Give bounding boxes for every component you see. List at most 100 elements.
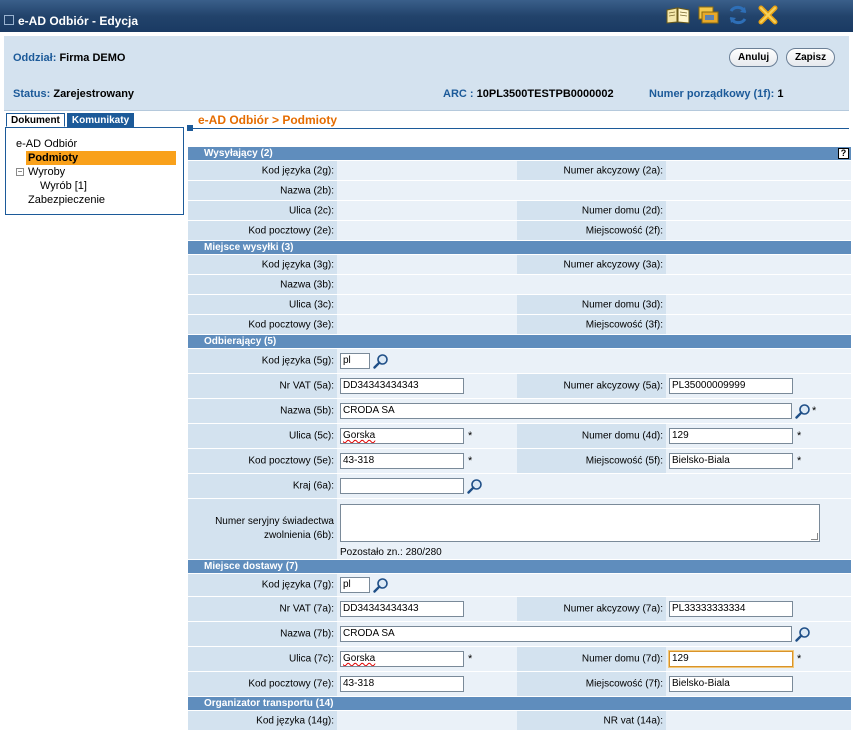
numer-domu-value xyxy=(666,295,851,314)
numer-field: Numer porządkowy (1f): 1 xyxy=(649,88,783,100)
close-icon[interactable] xyxy=(755,3,781,27)
form-row: Numer seryjny świadectwa zwolnienia (6b)… xyxy=(188,499,851,560)
numer-akcyzowy-value xyxy=(666,255,851,274)
form-row: Ulica (7c): Gorska * Numer domu (7d): 12… xyxy=(188,647,851,672)
miejscowosc-input[interactable]: Bielsko-Biala xyxy=(669,453,793,469)
field-label: Miejscowość (5f): xyxy=(585,455,663,467)
tab-komunikaty[interactable]: Komunikaty xyxy=(66,113,135,127)
form-row: Nazwa (3b): xyxy=(188,275,851,295)
field-label: Nr VAT (7a): xyxy=(279,603,334,615)
section-title: Miejsce dostawy (7) xyxy=(204,561,298,572)
kod-jezyka-input[interactable]: pl xyxy=(340,577,370,593)
book-icon[interactable] xyxy=(665,3,691,27)
numer-domu-input[interactable]: 129 xyxy=(669,428,793,444)
numer-domu-input[interactable]: 129 xyxy=(669,651,793,667)
field-label: Miejscowość (7f): xyxy=(585,678,663,690)
help-icon[interactable]: ? xyxy=(838,148,849,159)
form-row: Nr VAT (7a): DD34343434343 Numer akcyzow… xyxy=(188,597,851,622)
numer-akcyzowy-input[interactable]: PL35000009999 xyxy=(669,378,793,394)
tree-item-wyroby[interactable]: − Wyroby xyxy=(16,165,183,179)
kod-pocztowy-input[interactable]: 43-318 xyxy=(340,676,464,692)
cancel-button[interactable]: Anuluj xyxy=(729,48,779,67)
field-label: Ulica (2c): xyxy=(288,205,334,216)
miejscowosc-input[interactable]: Bielsko-Biala xyxy=(669,676,793,692)
tree-item-podmioty[interactable]: Podmioty xyxy=(16,151,183,165)
required-marker: * xyxy=(468,455,473,467)
form-row: Kod języka (2g): Numer akcyzowy (2a): xyxy=(188,161,851,181)
required-marker: * xyxy=(797,455,802,467)
field-label: Numer akcyzowy (3a): xyxy=(563,259,663,270)
window-menu-icon[interactable] xyxy=(4,15,14,25)
kod-jezyka-input[interactable]: pl xyxy=(340,353,370,369)
nr-vat-input[interactable]: DD34343434343 xyxy=(340,378,464,394)
form-row: Kod pocztowy (7e): 43-318 Miejscowość (7… xyxy=(188,672,851,697)
search-icon[interactable] xyxy=(467,478,483,494)
kraj-input[interactable] xyxy=(340,478,464,494)
field-label: Nazwa (2b): xyxy=(280,185,334,196)
kod-pocztowy-input[interactable]: 43-318 xyxy=(340,453,464,469)
section-miejsce-dostawy: Miejsce dostawy (7) xyxy=(188,560,851,574)
nazwa-input[interactable]: CRODA SA xyxy=(340,626,792,642)
ulica-value xyxy=(337,201,517,220)
podmioty-form: Wysyłający (2) ? Kod języka (2g): Numer … xyxy=(188,147,851,731)
miejscowosc-value xyxy=(666,315,851,334)
nr-vat-input[interactable]: DD34343434343 xyxy=(340,601,464,617)
search-icon[interactable] xyxy=(795,403,811,419)
tree-item-zabezpieczenie[interactable]: Zabezpieczenie xyxy=(16,193,183,207)
tree-item-wyrob[interactable]: Wyrób [1] xyxy=(16,179,183,193)
field-label: Nazwa (3b): xyxy=(280,279,334,290)
tab-dokument[interactable]: Dokument xyxy=(6,113,65,127)
miejscowosc-value xyxy=(666,221,851,240)
resize-handle[interactable] xyxy=(811,533,818,540)
nazwa-value xyxy=(337,275,851,294)
field-label: Kod języka (2g): xyxy=(261,165,334,176)
document-header: Oddział: Firma DEMO Anuluj Zapisz Status… xyxy=(4,36,849,111)
save-button[interactable]: Zapisz xyxy=(786,48,836,67)
ulica-input[interactable]: Gorska xyxy=(340,428,464,444)
field-label: Kod pocztowy (2e): xyxy=(248,225,334,236)
field-label: Miejscowość (3f): xyxy=(585,319,663,330)
search-icon[interactable] xyxy=(795,626,811,642)
ulica-value xyxy=(337,295,517,314)
status-field: Status: Zarejestrowany xyxy=(13,88,134,100)
field-label: Ulica (3c): xyxy=(288,299,334,310)
nazwa-input[interactable]: CRODA SA xyxy=(340,403,792,419)
tree-item-label: Podmioty xyxy=(26,151,176,165)
refresh-icon[interactable] xyxy=(725,3,751,27)
search-icon[interactable] xyxy=(373,577,389,593)
oddzial-field: Oddział: Firma DEMO xyxy=(13,52,125,64)
form-row: Kod pocztowy (5e): 43-318 * Miejscowość … xyxy=(188,449,851,474)
tree-item-root[interactable]: e-AD Odbiór xyxy=(16,137,183,151)
numer-seryjny-textarea[interactable] xyxy=(340,504,820,542)
window-titlebar: e-AD Odbiór - Edycja xyxy=(0,0,853,32)
ulica-input[interactable]: Gorska xyxy=(340,651,464,667)
numer-akcyzowy-value xyxy=(666,161,851,180)
oddzial-value: Firma DEMO xyxy=(59,52,126,64)
section-title: Organizator transportu (14) xyxy=(204,698,334,709)
collapse-icon[interactable]: − xyxy=(16,168,24,176)
field-label: Numer domu (4d): xyxy=(581,430,663,442)
required-marker: * xyxy=(468,430,473,442)
form-row: Kod języka (3g): Numer akcyzowy (3a): xyxy=(188,255,851,275)
arc-value: 10PL3500TESTPB0000002 xyxy=(476,88,614,100)
section-title: Miejsce wysyłki (3) xyxy=(204,242,294,253)
section-title: Wysyłający (2) xyxy=(204,148,273,159)
section-odbierajacy: Odbierający (5) xyxy=(188,335,851,349)
field-label: Kod języka (14g): xyxy=(256,715,334,726)
tree-item-label: Wyroby xyxy=(28,166,66,178)
section-miejsce-wysylki: Miejsce wysyłki (3) xyxy=(188,241,851,255)
field-label: Kod pocztowy (5e): xyxy=(248,455,334,467)
breadcrumb-divider xyxy=(188,128,849,129)
folder-icon[interactable] xyxy=(695,3,721,27)
form-row: Nazwa (2b): xyxy=(188,181,851,201)
form-row: Nazwa (7b): CRODA SA xyxy=(188,622,851,647)
document-tree: e-AD Odbiór Podmioty − Wyroby Wyrób [1] … xyxy=(5,127,184,215)
search-icon[interactable] xyxy=(373,353,389,369)
kod-pocztowy-value xyxy=(337,315,517,334)
field-label: Kod pocztowy (3e): xyxy=(248,319,334,330)
nr-vat-value xyxy=(666,711,851,730)
form-row: Nazwa (5b): CRODA SA * xyxy=(188,399,851,424)
field-label: Numer domu (2d): xyxy=(581,205,663,216)
numer-akcyzowy-input[interactable]: PL33333333334 xyxy=(669,601,793,617)
char-counter: Pozostało zn.: 280/280 xyxy=(340,547,442,558)
